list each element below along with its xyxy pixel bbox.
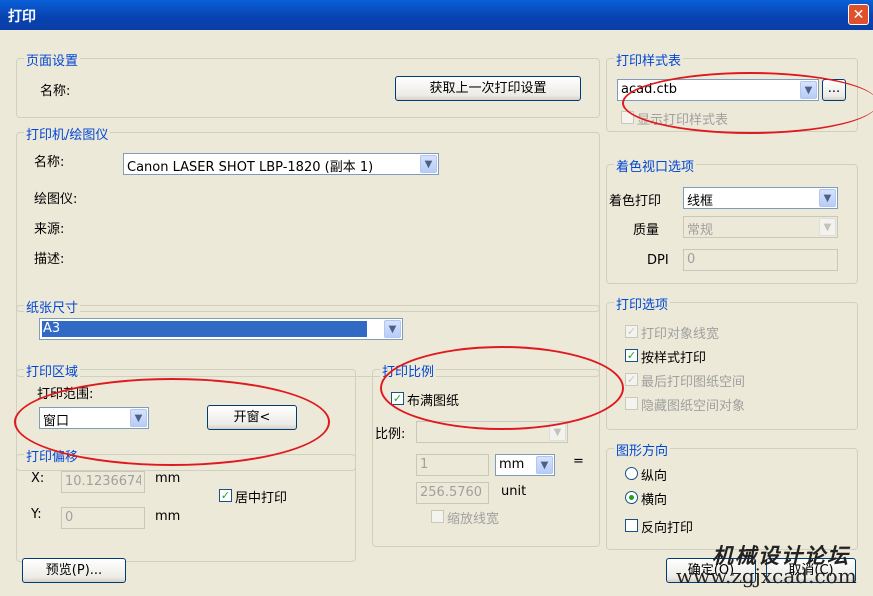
- chevron-down-icon[interactable]: ▼: [819, 189, 836, 207]
- scale-denominator-field[interactable]: 256.5760: [416, 482, 489, 504]
- source-label: 来源:: [34, 222, 65, 237]
- scale-lineweight-label: 缩放线宽: [447, 512, 500, 527]
- close-button[interactable]: ✕: [848, 4, 869, 25]
- scale-unit-combo[interactable]: mm ▼: [495, 454, 555, 476]
- scale-equals: =: [573, 454, 584, 469]
- center-plot-checkbox[interactable]: ✓: [219, 489, 232, 502]
- scale-ratio-label: 比例:: [375, 427, 406, 442]
- shade-plot-combo[interactable]: 线框 ▼: [683, 187, 838, 209]
- paper-size-combo[interactable]: A3 ▼: [39, 318, 403, 340]
- plot-area-legend: 打印区域: [24, 361, 81, 380]
- plot-offset-group: 打印偏移 X: 10.1236674 mm ✓ 居中打印 Y: 0 mm: [16, 446, 356, 562]
- annotation-ellipse-fit-paper: [380, 346, 624, 430]
- paper-size-selection: [42, 321, 367, 337]
- paper-size-value: A3: [43, 321, 61, 336]
- option-label-hide-objects: 隐藏图纸空间对象: [641, 399, 746, 414]
- option-checkbox-lineweights[interactable]: ✓: [625, 325, 638, 338]
- page-setup-legend: 页面设置: [24, 50, 81, 69]
- radio-dot-icon: [629, 495, 634, 500]
- reverse-plot-checkbox[interactable]: [625, 519, 638, 532]
- plot-options-legend: 打印选项: [614, 294, 671, 313]
- title-bar: 打印 ✕: [0, 0, 873, 30]
- quality-combo[interactable]: 常规 ▼: [683, 216, 838, 238]
- portrait-radio[interactable]: [625, 467, 638, 480]
- scale-numerator-value: 1: [420, 457, 429, 472]
- quality-label: 质量: [633, 223, 660, 238]
- plot-options-group: 打印选项 ✓ 打印对象线宽 ✓ 按样式打印 ✓ 最后打印图纸空间 隐藏图纸空间对…: [606, 294, 858, 430]
- offset-y-label: Y:: [31, 507, 42, 522]
- dpi-field[interactable]: 0: [683, 249, 838, 271]
- offset-x-label: X:: [31, 471, 45, 486]
- scale-unit-label: unit: [501, 484, 527, 499]
- chevron-down-icon[interactable]: ▼: [384, 320, 401, 338]
- shade-plot-value: 线框: [687, 194, 714, 209]
- chevron-down-icon[interactable]: ▼: [536, 456, 553, 474]
- watermark-url: www.zgjxcad.com: [676, 564, 857, 588]
- reverse-plot-label: 反向打印: [641, 521, 694, 536]
- scale-denominator-value: 256.5760: [420, 485, 483, 500]
- offset-x-unit: mm: [155, 471, 181, 486]
- shaded-viewport-group: 着色视口选项 着色打印 线框 ▼ 质量 常规 ▼ DPI 0: [606, 156, 858, 284]
- portrait-label: 纵向: [641, 469, 668, 484]
- page-setup-group: 页面设置 名称: 获取上一次打印设置: [16, 50, 600, 118]
- option-checkbox-hide-objects[interactable]: [625, 397, 638, 410]
- window-title: 打印: [8, 9, 36, 25]
- offset-x-value: 10.1236674: [65, 474, 141, 489]
- dpi-value: 0: [687, 252, 696, 267]
- printer-legend: 打印机/绘图仪: [24, 124, 111, 143]
- scale-lineweight-checkbox[interactable]: [431, 510, 444, 523]
- printer-name-label: 名称:: [34, 155, 65, 170]
- landscape-label: 横向: [641, 493, 668, 508]
- printer-name-value: Canon LASER SHOT LBP-1820 (副本 1): [127, 160, 374, 175]
- center-plot-label: 居中打印: [235, 491, 288, 506]
- shade-plot-label: 着色打印: [609, 194, 662, 209]
- preview-button[interactable]: 预览(P)...: [22, 558, 126, 583]
- option-checkbox-plot-styles[interactable]: ✓: [625, 349, 638, 362]
- plotter-label: 绘图仪:: [34, 192, 78, 207]
- quality-value: 常规: [687, 223, 714, 238]
- fetch-last-settings-button[interactable]: 获取上一次打印设置: [395, 76, 581, 101]
- offset-y-unit: mm: [155, 509, 181, 524]
- shaded-viewport-legend: 着色视口选项: [614, 156, 697, 175]
- scale-numerator-field[interactable]: 1: [416, 454, 489, 476]
- option-label-paperspace-last: 最后打印图纸空间: [641, 375, 746, 390]
- chevron-down-icon[interactable]: ▼: [819, 218, 836, 236]
- landscape-radio[interactable]: [625, 491, 638, 504]
- dpi-label: DPI: [647, 253, 669, 268]
- chevron-down-icon[interactable]: ▼: [420, 155, 437, 173]
- plot-style-legend: 打印样式表: [614, 50, 684, 69]
- orientation-group: 图形方向 纵向 横向 反向打印: [606, 440, 858, 550]
- description-label: 描述:: [34, 252, 65, 267]
- option-label-plot-styles: 按样式打印: [641, 351, 707, 366]
- paper-size-legend: 纸张尺寸: [24, 297, 81, 316]
- annotation-ellipse-plot-style: [622, 72, 873, 134]
- printer-group: 打印机/绘图仪 名称: Canon LASER SHOT LBP-1820 (副…: [16, 124, 600, 312]
- printer-name-combo[interactable]: Canon LASER SHOT LBP-1820 (副本 1) ▼: [123, 153, 439, 175]
- offset-y-value: 0: [65, 510, 74, 525]
- option-checkbox-paperspace-last[interactable]: ✓: [625, 373, 638, 386]
- annotation-ellipse-plot-area: [14, 378, 330, 466]
- offset-y-field[interactable]: 0: [61, 507, 145, 529]
- page-setup-name-label: 名称:: [40, 84, 71, 99]
- orientation-legend: 图形方向: [614, 440, 671, 459]
- option-label-lineweights: 打印对象线宽: [641, 327, 720, 342]
- scale-unit-value: mm: [499, 457, 525, 472]
- offset-x-field[interactable]: 10.1236674: [61, 471, 145, 493]
